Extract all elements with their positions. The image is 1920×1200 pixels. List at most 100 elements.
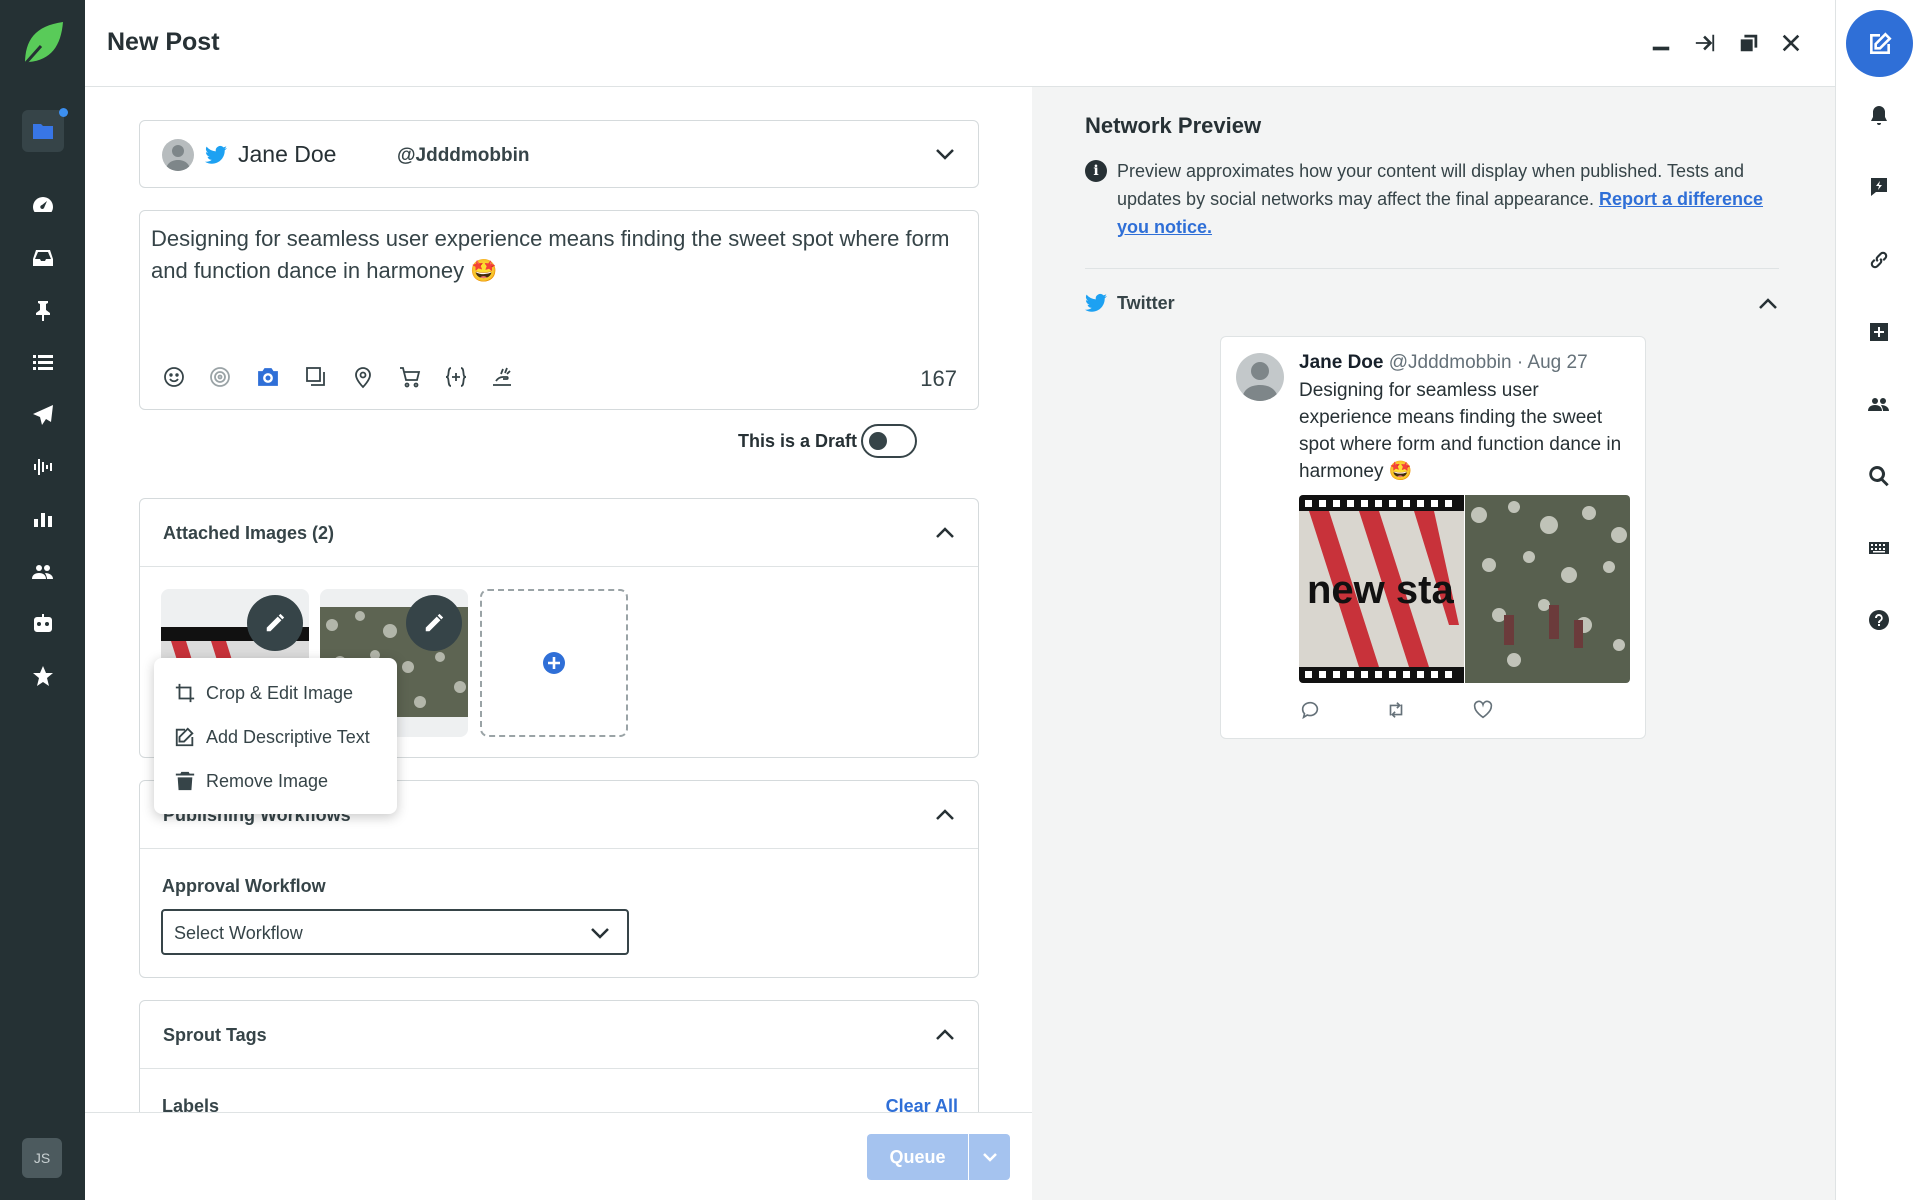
edit-image-button[interactable] [406,595,462,651]
sprout-logo[interactable] [21,20,65,66]
profile-selector[interactable]: Jane Doe @Jdddmobbin [139,120,979,188]
attached-images-title: Attached Images (2) [163,523,335,543]
close-button[interactable] [1776,28,1806,58]
chevron-down-icon [982,1153,997,1162]
chevron-up-icon[interactable] [934,522,956,544]
twitter-preview-header[interactable]: Twitter [1085,290,1779,320]
tweet-header: Jane Doe @Jdddmobbin · Aug 27 [1299,352,1588,374]
remove-image-menu-item[interactable]: Remove Image [174,766,328,796]
tags-header[interactable]: Sprout Tags [140,1001,978,1069]
tweet-handle: @Jdddmobbin [1388,352,1512,373]
attached-images-header[interactable]: Attached Images (2) [140,499,978,567]
add-alt-text-menu-item[interactable]: Add Descriptive Text [174,722,370,752]
add-image-button[interactable] [480,589,628,737]
window-restore-icon [1740,34,1758,52]
shopping-cart-icon[interactable] [396,363,424,391]
info-icon: i [1085,160,1107,182]
waveform-icon [33,458,52,475]
variable-icon[interactable] [442,363,470,391]
activity-button[interactable] [1865,173,1893,201]
message-text[interactable]: Designing for seamless user experience m… [151,223,961,287]
search-icon [1869,466,1889,487]
people-icon [1868,398,1889,411]
camera-icon[interactable] [254,363,282,391]
notification-dot [59,108,68,117]
nav-feeds[interactable] [26,346,59,379]
paper-plane-icon [32,404,53,425]
nav-publishing[interactable] [26,398,59,431]
search-button[interactable] [1865,462,1893,490]
chevron-down-icon[interactable] [934,143,956,165]
target-icon[interactable] [206,363,234,391]
hand-icon[interactable] [488,363,516,391]
gauge-icon [32,196,53,212]
chevron-up-icon[interactable] [1757,293,1779,315]
dock-button[interactable] [1690,28,1720,58]
tweet-text: Designing for seamless user experience m… [1299,380,1622,482]
nav-dashboard[interactable] [26,188,59,221]
notifications-button[interactable] [1865,102,1893,130]
chevron-up-icon[interactable] [934,804,956,826]
link-button[interactable] [1865,246,1893,274]
crop-edit-menu-item[interactable]: Crop & Edit Image [174,678,353,708]
profile-avatar [162,139,194,171]
tweet-author-name: Jane Doe [1299,352,1384,373]
draft-label: This is a Draft [738,431,858,451]
edit-image-button[interactable] [247,595,303,651]
right-rail [1835,0,1920,1200]
pencil-icon [425,613,444,632]
tweet-images: new sta [1299,495,1630,683]
list-icon [32,354,53,370]
minimize-button[interactable] [1646,28,1676,58]
nav-bots[interactable] [26,607,59,640]
compose-button[interactable] [1846,10,1913,77]
tweet-avatar [1236,353,1284,401]
nav-listening[interactable] [26,450,59,483]
folder-icon [33,124,53,139]
location-icon[interactable] [349,363,377,391]
help-button[interactable] [1865,606,1893,634]
nav-inbox[interactable] [26,241,59,274]
workflow-select[interactable]: Select Workflow [161,909,629,955]
tags-title: Sprout Tags [163,1025,267,1045]
chevron-down-icon [589,922,611,944]
user-avatar[interactable]: JS [22,1138,62,1178]
preview-info: Preview approximates how your content wi… [1117,157,1777,241]
profile-name: Jane Doe [238,141,337,167]
emoji-icon[interactable] [160,363,188,391]
compose-icon [1869,31,1892,54]
popout-button[interactable] [1734,28,1764,58]
nav-reviews[interactable] [26,659,59,692]
twitter-preview-label: Twitter [1117,293,1175,313]
nav-people[interactable] [26,555,59,588]
add-button[interactable] [1865,318,1893,346]
message-editor[interactable]: Designing for seamless user experience m… [139,210,979,410]
tweet-separator: · [1511,352,1528,373]
chevron-up-icon[interactable] [934,1024,956,1046]
keyboard-shortcuts-button[interactable] [1865,534,1893,562]
trash-icon [175,771,195,791]
media-library-icon[interactable] [302,363,330,391]
add-alt-text-label: Add Descriptive Text [206,726,370,747]
draft-toggle[interactable] [861,424,917,458]
help-icon [1869,610,1889,630]
clear-all-link[interactable]: Clear All [886,1096,958,1112]
image-context-menu: Crop & Edit Image Add Descriptive Text R… [154,658,397,814]
nav-reports[interactable] [26,502,59,535]
bar-chart-icon [33,512,52,527]
queue-options-button[interactable] [969,1134,1010,1180]
approval-workflow-label: Approval Workflow [162,876,326,896]
divider [1085,268,1779,269]
nav-tasks[interactable] [26,294,59,327]
preview-title: Network Preview [1085,113,1262,138]
left-navigation: JS [0,0,85,1200]
composer-header: New Post [85,0,1835,87]
network-preview-panel: Network Preview i Preview approximates h… [1032,87,1835,1200]
queue-button[interactable]: Queue [867,1134,968,1180]
arrow-to-right-icon [1695,34,1715,52]
nav-publishing-folder[interactable] [22,108,68,152]
draft-toggle-row: This is a Draft [715,424,979,458]
bell-icon [1871,106,1887,125]
team-button[interactable] [1865,390,1893,418]
crop-icon [175,683,195,703]
